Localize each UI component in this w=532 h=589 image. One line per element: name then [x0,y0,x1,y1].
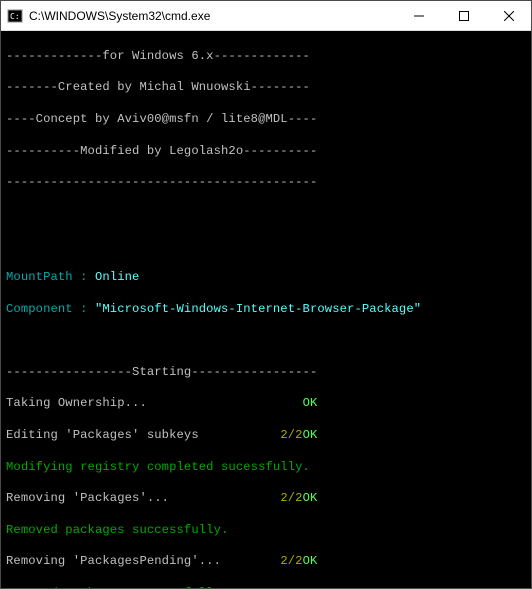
close-button[interactable] [486,1,531,30]
banner-line: ----Concept by Aviv00@msfn / lite8@MDL--… [6,112,526,128]
status-ok: OK [303,554,318,568]
status-ok: OK [303,428,318,442]
component-line: Component : "Microsoft-Windows-Internet-… [6,302,526,318]
mountpath-line: MountPath : Online [6,270,526,286]
remove-pending-line: Removing 'PackagesPending'... 2/2OK [6,554,526,570]
terminal-output[interactable]: -------------for Windows 6.x------------… [1,31,531,588]
mountpath-value: Online [95,270,139,284]
blank-line [6,333,526,349]
banner-line: -------------for Windows 6.x------------… [6,49,526,65]
blank-line [6,207,526,223]
minimize-icon [414,11,424,21]
take-ownership-line: Taking Ownership... OK [6,396,526,412]
banner-line: -------Created by Michal Wnuowski-------… [6,80,526,96]
starting-divider: -----------------Starting---------------… [6,365,526,381]
modify-registry-success: Modifying registry completed sucessfully… [6,460,526,476]
blank-line [6,238,526,254]
banner-line: ----------------------------------------… [6,175,526,191]
removed-success: Removed packages successfully. [6,523,526,539]
mountpath-label: MountPath : [6,270,95,284]
banner-line: ----------Modified by Legolash2o--------… [6,144,526,160]
progress-ratio: 2/2 [280,428,302,442]
maximize-button[interactable] [441,1,486,30]
remove-packages-line: Removing 'Packages'... 2/2OK [6,491,526,507]
cmd-window: C: C:\WINDOWS\System32\cmd.exe ---------… [0,0,532,589]
maximize-icon [459,11,469,21]
component-label: Component : [6,302,95,316]
edit-packages-text: Editing 'Packages' subkeys [6,428,280,442]
cmd-icon: C: [7,8,23,24]
window-title: C:\WINDOWS\System32\cmd.exe [29,9,396,23]
titlebar-buttons [396,1,531,30]
remove-packages-text: Removing 'Packages'... [6,491,280,505]
remove-pending-text: Removing 'PackagesPending'... [6,554,280,568]
titlebar[interactable]: C: C:\WINDOWS\System32\cmd.exe [1,1,531,31]
svg-text:C:: C: [10,12,20,21]
removed-success: Removed packages successfully. [6,586,526,588]
take-ownership-text: Taking Ownership... [6,396,303,410]
edit-packages-line: Editing 'Packages' subkeys 2/2OK [6,428,526,444]
component-value: "Microsoft-Windows-Internet-Browser-Pack… [95,302,421,316]
close-icon [504,11,514,21]
progress-ratio: 2/2 [280,554,302,568]
status-ok: OK [303,491,318,505]
progress-ratio: 2/2 [280,491,302,505]
status-ok: OK [303,396,318,410]
minimize-button[interactable] [396,1,441,30]
